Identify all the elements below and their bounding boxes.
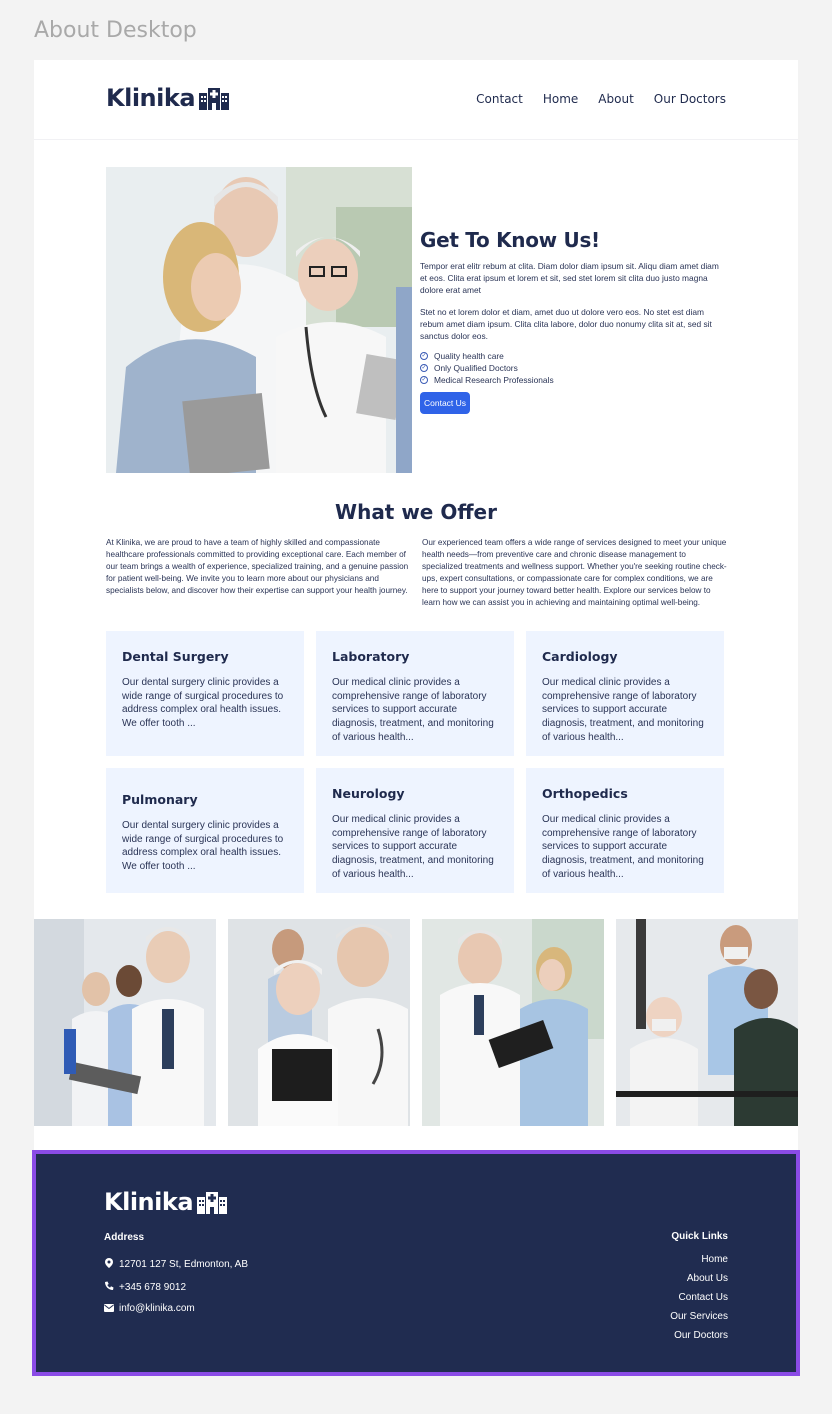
about-title: Get To Know Us! [420, 228, 600, 252]
gallery-photo [422, 919, 604, 1126]
nav-our-doctors[interactable]: Our Doctors [654, 92, 726, 106]
about-paragraph-1: Tempor erat elitr rebum at clita. Diam d… [420, 261, 719, 295]
service-card-title: Pulmonary [122, 792, 198, 807]
contact-us-button[interactable]: Contact Us [420, 392, 471, 414]
check-circle-icon: ✓ [420, 376, 428, 384]
service-card-text: Our medical clinic provides a comprehens… [542, 814, 704, 880]
service-card-pulmonary[interactable]: Pulmonary Our dental surgery clinic prov… [106, 768, 304, 893]
feature-item: ✓ Medical Research Professionals [420, 375, 554, 385]
service-card-title: Laboratory [332, 649, 410, 664]
site-footer: Klinika Address 12701 127 St, Edmonton, … [32, 1150, 800, 1376]
feature-item: ✓ Only Qualified Doctors [420, 363, 518, 373]
quick-links-title: Quick Links [671, 1231, 728, 1242]
nav-about[interactable]: About [598, 92, 633, 106]
service-card-text: Our dental surgery clinic provides a wid… [122, 820, 284, 873]
main-nav: Contact Home About Our Doctors [476, 92, 726, 106]
nav-home[interactable]: Home [543, 92, 578, 106]
service-card-text: Our medical clinic provides a comprehens… [332, 814, 494, 880]
phone-line[interactable]: +345 678 9012 [104, 1281, 186, 1293]
footer-link-home[interactable]: Home [670, 1250, 728, 1269]
feature-item: ✓ Quality health care [420, 351, 504, 361]
footer-link-about-us[interactable]: About Us [670, 1269, 728, 1288]
service-card-dental-surgery[interactable]: Dental Surgery Our dental surgery clinic… [106, 631, 304, 756]
about-paragraph-2: Stet no et lorem dolor et diam, amet duo… [420, 307, 712, 341]
offer-title: What we Offer [335, 500, 497, 524]
offer-intro-right: Our experienced team offers a wide range… [422, 538, 727, 607]
service-card-title: Dental Surgery [122, 649, 229, 664]
feature-list: ✓ Quality health care ✓ Only Qualified Doc… [420, 350, 728, 386]
service-card-cardiology[interactable]: Cardiology Our medical clinic provides a… [526, 631, 724, 756]
frame-label: About Desktop [34, 18, 197, 43]
service-card-text: Our medical clinic provides a comprehens… [332, 677, 494, 743]
photo-gallery [34, 919, 798, 1126]
envelope-icon [104, 1303, 114, 1314]
footer-logo[interactable]: Klinika [104, 1188, 228, 1216]
nav-contact[interactable]: Contact [476, 92, 523, 106]
address-line: 12701 127 St, Edmonton, AB [104, 1258, 248, 1270]
logo[interactable]: Klinika [106, 84, 230, 112]
offer-intro-left: At Klinika, we are proud to have a team … [106, 538, 409, 595]
logo-text: Klinika [106, 84, 196, 112]
service-card-title: Orthopedics [542, 786, 628, 801]
service-card-title: Neurology [332, 786, 405, 801]
check-circle-icon: ✓ [420, 352, 428, 360]
service-card-neurology[interactable]: Neurology Our medical clinic provides a … [316, 768, 514, 893]
phone-icon [104, 1281, 114, 1293]
quick-links: Quick Links Home About Us Contact Us Our… [670, 1231, 728, 1345]
doctors-team-photo [106, 167, 412, 473]
service-card-text: Our dental surgery clinic provides a wid… [122, 677, 284, 730]
address-title: Address [104, 1232, 145, 1243]
map-pin-icon [104, 1258, 114, 1270]
footer-logo-text: Klinika [104, 1188, 194, 1216]
hospital-logo-icon [199, 88, 230, 110]
gallery-photo [34, 919, 216, 1126]
site-header: Klinika Contact Home About Our Doctors [34, 60, 798, 140]
service-card-laboratory[interactable]: Laboratory Our medical clinic provides a… [316, 631, 514, 756]
service-card-orthopedics[interactable]: Orthopedics Our medical clinic provides … [526, 768, 724, 893]
hospital-logo-icon [197, 1192, 228, 1214]
service-card-title: Cardiology [542, 649, 618, 664]
gallery-photo [228, 919, 410, 1126]
page: Klinika Contact Home About Our Doctors G… [34, 60, 798, 1150]
email-line[interactable]: info@klinika.com [104, 1303, 195, 1314]
footer-link-contact-us[interactable]: Contact Us [670, 1288, 728, 1307]
about-section: Get To Know Us! Tempor erat elitr rebum … [420, 228, 728, 414]
footer-link-our-doctors[interactable]: Our Doctors [670, 1326, 728, 1345]
check-circle-icon: ✓ [420, 364, 428, 372]
gallery-photo [616, 919, 798, 1126]
footer-link-our-services[interactable]: Our Services [670, 1307, 728, 1326]
service-card-text: Our medical clinic provides a comprehens… [542, 677, 704, 743]
